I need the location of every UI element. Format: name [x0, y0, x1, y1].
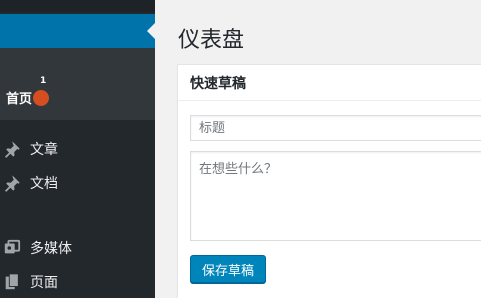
page-title: 仪表盘 [178, 28, 245, 53]
page-icon [2, 272, 22, 292]
sidebar-item-docs-label: 文档 [30, 176, 58, 192]
dashboard-submenu: 首页 [0, 48, 155, 120]
update-badge-count: 1 [40, 76, 47, 86]
widget-header[interactable]: 快速草稿 [178, 65, 481, 101]
widget-title: 快速草稿 [190, 75, 246, 92]
draft-content-textarea[interactable] [190, 151, 481, 241]
admin-sidebar: 首页 1 文章 文档 多媒体 页面 [0, 0, 155, 298]
media-icon [2, 238, 22, 258]
save-draft-button[interactable]: 保存草稿 [190, 255, 267, 283]
sidebar-item-posts-label: 文章 [30, 142, 58, 158]
sidebar-item-pages[interactable]: 页面 [0, 267, 155, 297]
sidebar-item-media[interactable]: 多媒体 [0, 233, 155, 263]
draft-title-input[interactable] [190, 115, 481, 141]
sidebar-item-posts[interactable]: 文章 [0, 134, 155, 164]
pin-icon [2, 173, 22, 193]
pin-icon [2, 139, 22, 159]
submenu-item-home[interactable]: 首页 [6, 88, 50, 107]
update-badge [33, 89, 50, 106]
sidebar-item-pages-label: 页面 [30, 275, 58, 291]
sidebar-item-dashboard[interactable] [0, 14, 155, 48]
sidebar-top-strip [0, 0, 155, 12]
quick-draft-widget: 快速草稿 保存草稿 [177, 64, 481, 298]
submenu-item-home-label: 首页 [6, 92, 33, 107]
sidebar-item-docs[interactable]: 文档 [0, 168, 155, 198]
sidebar-item-media-label: 多媒体 [30, 241, 72, 257]
